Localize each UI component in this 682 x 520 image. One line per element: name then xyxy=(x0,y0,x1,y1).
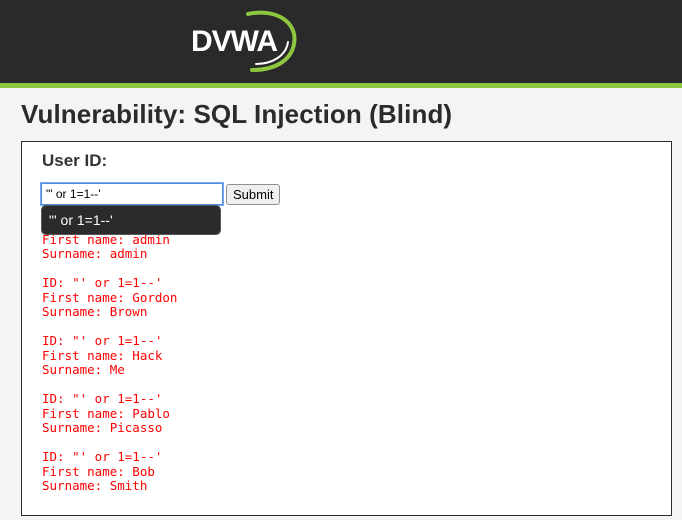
result-id: ID: "' or 1=1--' xyxy=(42,391,163,406)
user-id-input[interactable] xyxy=(41,183,223,205)
result-id: ID: "' or 1=1--' xyxy=(42,275,163,290)
query-results: ID: "' or 1=1--' First name: admin Surna… xyxy=(42,217,178,508)
result-entry: ID: "' or 1=1--' First name: Pablo Surna… xyxy=(42,391,177,436)
result-entry: ID: "' or 1=1--' First name: Bob Surname… xyxy=(42,449,177,494)
result-id: ID: "' or 1=1--' xyxy=(42,333,163,348)
result-first-name: First name: Bob xyxy=(42,463,155,479)
dvwa-logo[interactable]: DVWA xyxy=(190,8,300,74)
result-first-name: First name: Pablo xyxy=(42,405,170,421)
header-accent-stripe xyxy=(0,83,682,88)
submit-button[interactable]: Submit xyxy=(226,184,281,205)
header-bar: DVWA xyxy=(0,0,682,83)
result-surname: Surname: Smith xyxy=(42,478,148,493)
result-id: ID: "' or 1=1--' xyxy=(42,449,163,464)
result-entry: ID: "' or 1=1--' First name: Hack Surnam… xyxy=(42,333,177,378)
result-first-name: First name: Hack xyxy=(42,347,163,363)
result-entry: ID: "' or 1=1--' First name: Gordon Surn… xyxy=(42,275,178,320)
vulnerable-code-area: User ID: Submit "' or 1=1--' ID: "' or 1… xyxy=(21,141,672,516)
page-title: Vulnerability: SQL Injection (Blind) xyxy=(21,99,453,129)
result-first-name: First name: Gordon xyxy=(42,289,178,305)
result-surname: Surname: Me xyxy=(42,362,125,377)
user-id-label: User ID: xyxy=(42,151,108,170)
result-surname: Surname: Brown xyxy=(42,304,148,319)
result-surname: Surname: admin xyxy=(42,246,148,261)
autocomplete-suggestion[interactable]: "' or 1=1--' xyxy=(41,205,221,235)
svg-text:DVWA: DVWA xyxy=(191,25,277,58)
result-surname: Surname: Picasso xyxy=(42,420,163,435)
